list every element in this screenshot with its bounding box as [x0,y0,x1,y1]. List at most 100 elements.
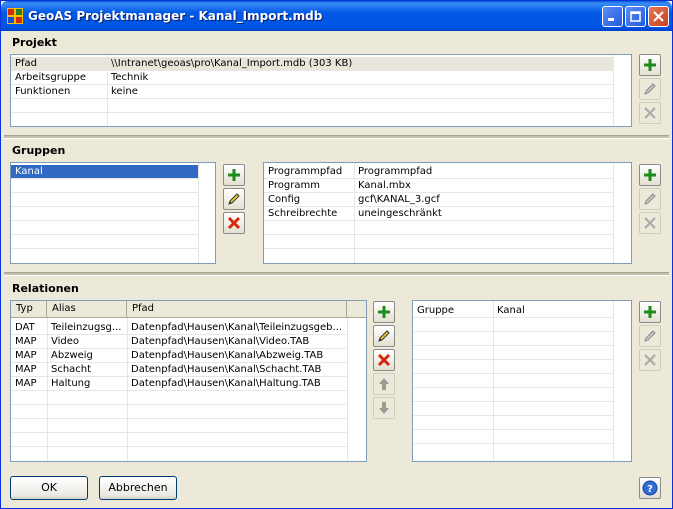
minimize-icon [608,18,614,21]
gruppen-item-kanal[interactable]: Kanal [11,165,198,179]
window-title: GeoAS Projektmanager - Kanal_Import.mdb [28,9,323,23]
gruppen-add-button[interactable] [223,164,245,186]
table-cell-pfad[interactable]: Datenpfad\Hausen\Kanal\Teileinzugsgeb... [127,321,347,335]
pencil-icon [644,193,656,205]
table-cell-pfad[interactable]: Datenpfad\Hausen\Kanal\Video.TAB [127,335,347,349]
arrow-up-icon [379,378,389,390]
move-up-button[interactable] [373,373,395,395]
splitter[interactable] [4,272,669,276]
table-cell-alias[interactable]: Schacht [47,363,127,377]
relationen-delete-button[interactable] [373,349,395,371]
gruppen-edit-button[interactable] [223,188,245,210]
x-icon [644,354,656,366]
property-value[interactable]: Kanal [493,304,613,318]
list-empty-row [413,402,613,416]
table-cell-typ[interactable]: MAP [11,335,47,349]
gruppen-list[interactable]: Kanal [10,162,216,264]
splitter[interactable] [4,135,669,139]
table-cell-alias[interactable]: Teileinzugsg... [47,321,127,335]
list-empty-row [264,221,613,235]
x-icon [644,217,656,229]
gruppen-properties-table[interactable]: Programmpfad Programmpfad Programm Kanal… [263,162,632,264]
column-header-typ[interactable]: Typ [11,301,47,318]
property-value[interactable]: Kanal.mbx [354,179,613,193]
list-empty-row [413,430,613,444]
list-empty-row [11,433,347,447]
column-header-pfad[interactable]: Pfad [127,301,347,318]
projekt-value[interactable]: Technik [107,71,613,85]
table-cell-pfad[interactable]: Datenpfad\Hausen\Kanal\Schacht.TAB [127,363,347,377]
svg-text:?: ? [647,484,653,495]
relationen-add-button[interactable] [373,301,395,323]
relationen-properties-delete-button[interactable] [639,349,661,371]
projekt-empty-row [11,99,613,113]
list-empty-row [11,179,198,193]
list-empty-row [264,235,613,249]
table-cell-alias[interactable]: Haltung [47,377,127,391]
title-bar[interactable]: GeoAS Projektmanager - Kanal_Import.mdb [1,1,672,31]
relationen-table[interactable]: Typ Alias Pfad DAT Teileinzugsg... Daten… [10,300,367,462]
table-cell-pfad[interactable]: Datenpfad\Hausen\Kanal\Haltung.TAB [127,377,347,391]
projekt-edit-button[interactable] [639,78,661,100]
projekt-key[interactable]: Pfad [11,57,107,71]
list-empty-row [11,193,198,207]
table-cell-typ[interactable]: MAP [11,377,47,391]
table-cell-typ[interactable]: DAT [11,321,47,335]
x-icon [377,353,391,367]
close-icon [653,11,664,22]
relationen-properties-table[interactable]: Gruppe Kanal [412,300,632,462]
table-cell-alias[interactable]: Abzweig [47,349,127,363]
property-key[interactable]: Programm [264,179,354,193]
list-empty-row [413,374,613,388]
relationen-edit-button[interactable] [373,325,395,347]
projekt-value[interactable]: \\Intranet\geoas\pro\Kanal_Import.mdb (3… [107,57,613,71]
table-cell-alias[interactable]: Video [47,335,127,349]
relationen-properties-add-button[interactable] [639,301,661,323]
property-key[interactable]: Schreibrechte [264,207,354,221]
projekt-title: Projekt [12,36,57,49]
table-cell-pfad[interactable]: Datenpfad\Hausen\Kanal\Abzweig.TAB [127,349,347,363]
table-cell-typ[interactable]: MAP [11,349,47,363]
properties-edit-button[interactable] [639,188,661,210]
pencil-icon [644,330,656,342]
list-empty-row [413,416,613,430]
list-empty-row [11,419,347,433]
projekt-key[interactable]: Funktionen [11,85,107,99]
property-value[interactable]: Programmpfad [354,165,613,179]
list-empty-row [413,360,613,374]
pencil-icon [644,83,656,95]
projekt-delete-button[interactable] [639,102,661,124]
properties-delete-button[interactable] [639,212,661,234]
gruppen-title: Gruppen [12,144,66,157]
column-header-alias[interactable]: Alias [47,301,127,318]
gruppen-delete-button[interactable] [223,212,245,234]
cancel-button[interactable]: Abbrechen [99,476,177,500]
plus-icon [378,306,390,318]
maximize-button[interactable] [625,6,646,27]
app-icon [7,8,23,24]
ok-button[interactable]: OK [10,476,88,500]
list-empty-row [413,332,613,346]
projekt-add-button[interactable] [639,54,661,76]
minimize-button[interactable] [602,6,623,27]
projekt-key[interactable]: Arbeitsgruppe [11,71,107,85]
relationen-properties-edit-button[interactable] [639,325,661,347]
property-key[interactable]: Gruppe [413,304,493,318]
projekt-table[interactable]: Pfad \\Intranet\geoas\pro\Kanal_Import.m… [10,54,632,127]
property-key[interactable]: Programmpfad [264,165,354,179]
list-empty-row [11,207,198,221]
move-down-button[interactable] [373,397,395,419]
property-value[interactable]: uneingeschränkt [354,207,613,221]
help-icon: ? [642,480,658,496]
projekt-value[interactable]: keine [107,85,613,99]
x-icon [227,216,241,230]
properties-add-button[interactable] [639,164,661,186]
list-empty-row [11,405,347,419]
help-button[interactable]: ? [639,477,661,499]
table-cell-typ[interactable]: MAP [11,363,47,377]
property-key[interactable]: Config [264,193,354,207]
relationen-title: Relationen [12,282,79,295]
close-button[interactable] [648,6,669,27]
property-value[interactable]: gcf\KANAL_3.gcf [354,193,613,207]
list-empty-row [413,388,613,402]
